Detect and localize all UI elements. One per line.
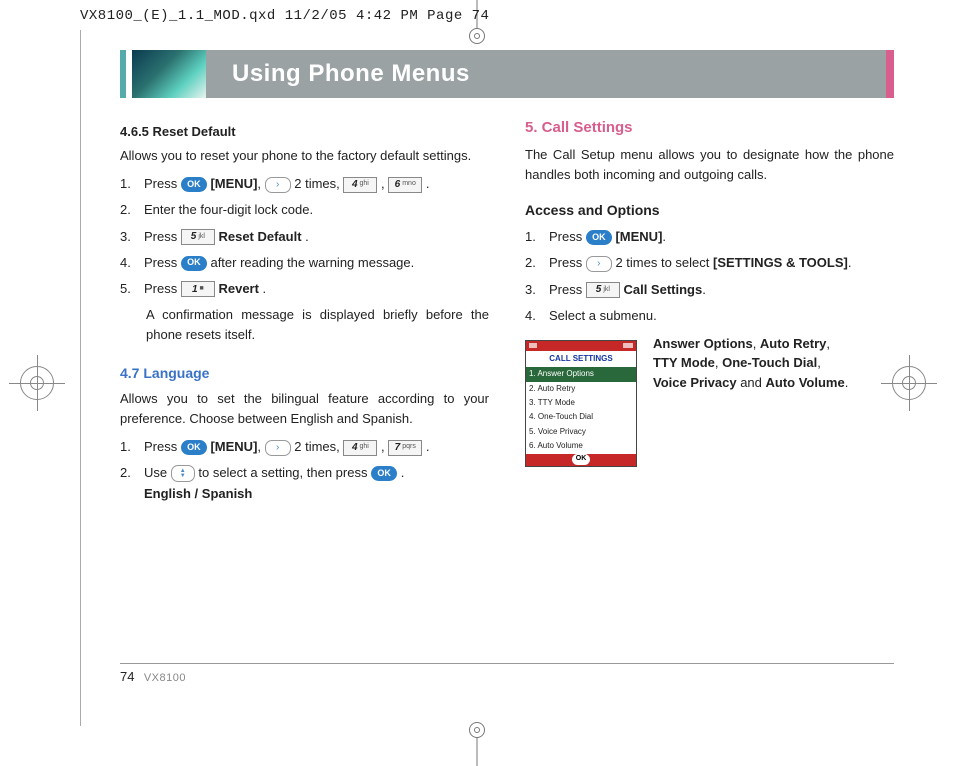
title-stripe-right xyxy=(886,50,894,98)
nav-right-icon: › xyxy=(586,256,612,272)
step-465-1: 1. Press OK [MENU], › 2 times, 4ghi , 6m… xyxy=(120,174,489,194)
footer-rule xyxy=(120,663,894,664)
step-5-3: 3. Press 5jkl Call Settings. xyxy=(525,280,894,300)
nav-right-icon: › xyxy=(265,440,291,456)
page-content: Using Phone Menus 4.6.5 Reset Default Al… xyxy=(120,50,894,706)
phone-screenshot: CALL SETTINGS 1. Answer Options 2. Auto … xyxy=(525,340,637,467)
submenu-options-text: Answer Options, Auto Retry, TTY Mode, On… xyxy=(637,334,894,393)
nav-right-icon: › xyxy=(265,177,291,193)
ok-key-icon: OK xyxy=(181,256,207,271)
step-47-2: 2. Use ▲▼ to select a setting, then pres… xyxy=(120,463,489,503)
right-column: 5. Call Settings The Call Setup menu all… xyxy=(525,116,894,510)
page-gutter xyxy=(80,30,81,726)
heading-47: 4.7 Language xyxy=(120,363,489,385)
title-photo xyxy=(132,50,206,98)
ok-key-icon: OK xyxy=(181,177,207,192)
key-5-icon: 5jkl xyxy=(586,282,620,298)
slug-line: VX8100_(E)_1.1_MOD.qxd 11/2/05 4:42 PM P… xyxy=(80,8,489,24)
crop-circle-top xyxy=(469,28,485,44)
page-number: 74 xyxy=(120,669,134,684)
step-465-4: 4. Press OK after reading the warning me… xyxy=(120,253,489,273)
note-465: A confirmation message is displayed brie… xyxy=(146,305,489,345)
step-5-4: 4. Select a submenu. xyxy=(525,306,894,326)
heading-5: 5. Call Settings xyxy=(525,116,894,139)
intro-465: Allows you to reset your phone to the fa… xyxy=(120,146,489,166)
model-name: VX8100 xyxy=(144,672,186,684)
ok-key-icon: OK xyxy=(371,466,397,481)
title-stripe-left xyxy=(120,50,126,98)
key-6-icon: 6mno xyxy=(388,177,422,193)
title-band: Using Phone Menus xyxy=(120,50,894,98)
registration-mark-left xyxy=(20,366,54,400)
step-5-2: 2. Press › 2 times to select [SETTINGS &… xyxy=(525,253,894,273)
key-7-icon: 7pqrs xyxy=(388,440,422,456)
registration-mark-right xyxy=(892,366,926,400)
left-column: 4.6.5 Reset Default Allows you to reset … xyxy=(120,116,489,510)
ok-key-icon: OK xyxy=(181,440,207,455)
page-title: Using Phone Menus xyxy=(206,50,886,98)
footer: 74 VX8100 xyxy=(120,669,186,684)
key-4-icon: 4ghi xyxy=(343,177,377,193)
ok-key-icon: OK xyxy=(586,230,612,245)
nav-updown-icon: ▲▼ xyxy=(171,465,195,482)
key-5-icon: 5jkl xyxy=(181,229,215,245)
heading-465: 4.6.5 Reset Default xyxy=(120,122,489,142)
step-47-1: 1. Press OK [MENU], › 2 times, 4ghi , 7p… xyxy=(120,437,489,457)
heading-access: Access and Options xyxy=(525,200,894,222)
step-465-3: 3. Press 5jkl Reset Default . xyxy=(120,227,489,247)
crop-circle-bottom xyxy=(469,722,485,738)
step-465-2: 2. Enter the four-digit lock code. xyxy=(120,200,489,220)
key-4-icon: 4ghi xyxy=(343,440,377,456)
step-465-5: 5. Press 1■ Revert . xyxy=(120,279,489,299)
intro-5: The Call Setup menu allows you to design… xyxy=(525,145,894,185)
step-5-1: 1. Press OK [MENU]. xyxy=(525,227,894,247)
submenu-row: CALL SETTINGS 1. Answer Options 2. Auto … xyxy=(525,334,894,467)
intro-47: Allows you to set the bilingual feature … xyxy=(120,389,489,429)
key-1-icon: 1■ xyxy=(181,281,215,297)
